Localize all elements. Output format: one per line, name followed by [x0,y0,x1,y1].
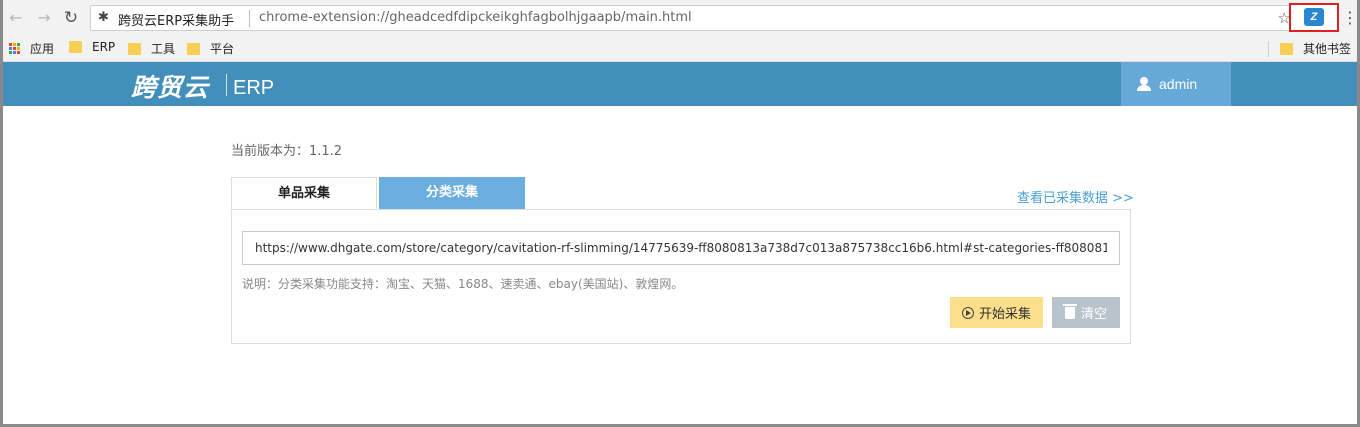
bookmark-folder-label: 平台 [210,42,235,56]
address-bar-title: 跨贸云ERP采集助手 [118,14,235,29]
user-icon [1137,77,1151,91]
bookmark-folder-label: ERP [92,40,116,54]
bookmark-folder-label: 工具 [151,42,176,56]
start-collect-label: 开始采集 [978,306,1031,321]
play-circle-icon [961,306,974,319]
bookmark-apps-label: 应用 [30,42,55,56]
bookmark-other-label: 其他书签 [1303,42,1352,56]
version-label: 当前版本为：1.1.2 [231,144,343,159]
forward-arrow-icon[interactable]: → [34,8,54,28]
reload-icon[interactable]: ↻ [61,8,81,28]
browser-toolbar: ← → ↻ ✱ 跨贸云ERP采集助手 chrome-extension://gh… [0,0,1360,36]
app-logo-suffix: ERP [233,77,275,99]
app-header: 跨贸云 ERP admin [3,62,1357,106]
extension-logo-icon: Z [1304,8,1324,26]
user-menu[interactable]: admin [1121,62,1231,106]
start-collect-button[interactable]: 开始采集 [950,297,1043,328]
bookmark-folder-erp[interactable]: ERP [69,40,115,54]
clear-button[interactable]: 清空 [1052,297,1120,328]
folder-icon [1280,42,1293,55]
folder-icon [187,42,200,55]
address-bar-url[interactable]: chrome-extension://gheadcedfdipckeikghfa… [259,10,692,25]
view-collected-data-link[interactable]: 查看已采集数据 >> [1017,187,1134,206]
username: admin [1159,76,1198,92]
bookmark-folder-tools[interactable]: 工具 [128,40,175,57]
address-bar[interactable]: ✱ 跨贸云ERP采集助手 chrome-extension://gheadced… [90,5,1296,31]
clear-label: 清空 [1080,306,1107,321]
address-bar-divider [249,10,250,27]
logo-divider [226,74,227,96]
support-note: 说明：分类采集功能支持：淘宝、天猫、1688、速卖通、ebay(美国站)、敦煌网… [242,277,684,291]
folder-icon [128,42,141,55]
trash-icon [1062,303,1077,319]
bookmark-other[interactable]: 其他书签 [1280,40,1351,57]
app-logo: 跨贸云 [131,73,210,102]
bookmarks-divider [1268,41,1269,57]
category-url-input[interactable] [242,231,1120,265]
bookmarks-bar: 应用 ERP 工具 平台 其他书签 [0,36,1360,62]
bookmark-folder-platform[interactable]: 平台 [187,40,234,57]
browser-menu-icon[interactable]: ⋮ [1342,8,1358,28]
folder-icon [69,41,82,53]
extension-button[interactable]: Z [1289,3,1339,32]
apps-grid-icon [9,43,20,54]
extension-puzzle-icon: ✱ [98,10,109,25]
tab-category-collect[interactable]: 分类采集 [379,177,525,209]
back-arrow-icon[interactable]: ← [6,8,26,28]
tab-single-collect[interactable]: 单品采集 [231,177,377,209]
bookmark-apps[interactable]: 应用 [9,40,54,57]
collect-panel: 说明：分类采集功能支持：淘宝、天猫、1688、速卖通、ebay(美国站)、敦煌网… [231,209,1131,344]
